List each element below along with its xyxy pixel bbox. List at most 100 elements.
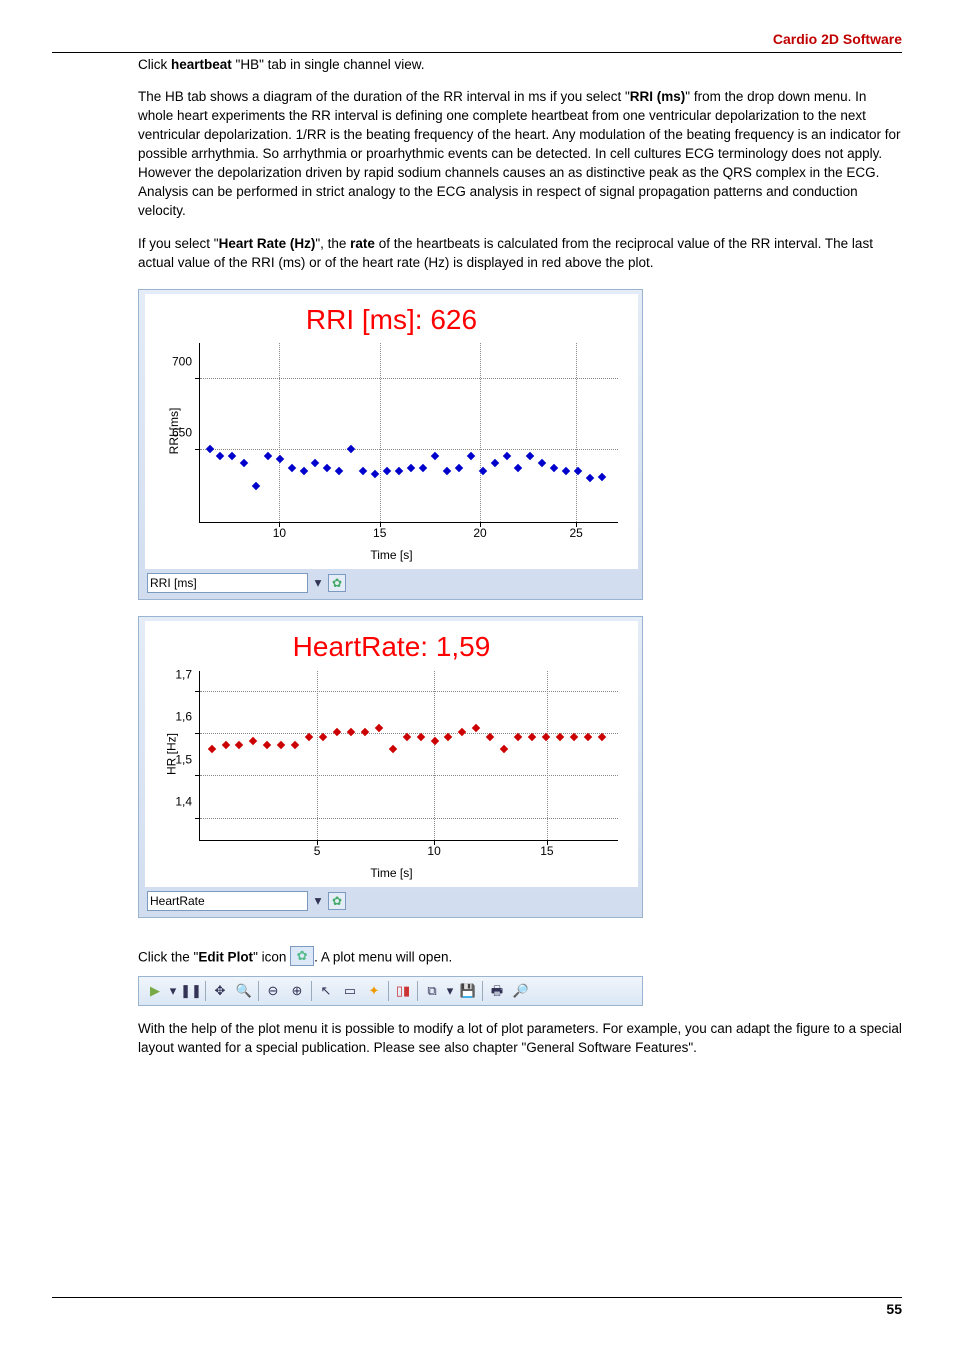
text: Click the " (138, 950, 198, 965)
save-icon[interactable]: 💾 (456, 980, 480, 1002)
data-point (443, 467, 451, 475)
data-point (291, 741, 299, 749)
data-point (466, 452, 474, 460)
data-point (249, 736, 257, 744)
data-point (347, 728, 355, 736)
text: " icon (253, 950, 290, 965)
paragraph: Click the "Edit Plot" icon . A plot menu… (138, 948, 902, 968)
data-point (347, 444, 355, 452)
term-heartbeat: heartbeat (171, 57, 232, 72)
x-tick: 5 (314, 843, 321, 860)
x-tick: 10 (427, 843, 440, 860)
edit-plot-inline-icon (290, 946, 314, 966)
x-tick: 10 (273, 525, 286, 542)
data-point (275, 455, 283, 463)
data-point (263, 741, 271, 749)
data-point (323, 464, 331, 472)
region-icon[interactable]: ▭ (338, 980, 362, 1002)
x-tick: 15 (373, 525, 386, 542)
term-rri-ms: RRI (ms) (630, 89, 686, 104)
chevron-down-icon[interactable]: ▾ (312, 574, 324, 593)
copy-icon[interactable]: ⧉ (420, 980, 444, 1002)
data-point (455, 464, 463, 472)
data-point (287, 464, 295, 472)
chevron-down-icon[interactable]: ▾ (444, 980, 456, 1002)
y-tick: 650 (156, 425, 192, 442)
chart-title: HeartRate: 1,59 (145, 621, 638, 666)
text: . A plot menu will open. (314, 950, 452, 965)
zoom-in-icon[interactable]: ⊕ (285, 980, 309, 1002)
data-point (333, 728, 341, 736)
y-tick: 1,4 (156, 793, 192, 810)
data-point (383, 467, 391, 475)
print-icon[interactable]: 🖶 (485, 980, 509, 1002)
edit-plot-icon[interactable]: ✿ (328, 574, 346, 592)
term-rate: rate (350, 236, 375, 251)
zoom-out-icon[interactable]: ⊖ (261, 980, 285, 1002)
plot-area: 700 650 10 15 20 25 (199, 343, 618, 523)
chart-metric-dropdown[interactable] (147, 891, 308, 911)
data-point (207, 745, 215, 753)
pointer-icon[interactable]: ↖ (314, 980, 338, 1002)
data-point (472, 724, 480, 732)
paragraph: The HB tab shows a diagram of the durati… (138, 88, 902, 220)
text: "HB" tab in single channel view. (232, 57, 425, 72)
data-point (431, 452, 439, 460)
x-axis-label: Time [s] (145, 845, 638, 888)
x-axis-label: Time [s] (145, 527, 638, 570)
text: The HB tab shows a diagram of the durati… (138, 89, 630, 104)
zoom-tool-icon[interactable]: 🔍 (232, 980, 256, 1002)
paragraph: With the help of the plot menu it is pos… (138, 1020, 902, 1058)
text: If you select " (138, 236, 219, 251)
data-point (490, 459, 498, 467)
x-tick: 20 (473, 525, 486, 542)
move-icon[interactable]: ✥ (208, 980, 232, 1002)
plot-menu-toolbar: ▶ ▾ ❚❚ ✥ 🔍 ⊖ ⊕ ↖ ▭ ✦ ▯▮ ⧉ ▾ 💾 🖶 🔎 (138, 976, 643, 1006)
y-tick: 1,6 (156, 709, 192, 726)
chart-metric-dropdown[interactable] (147, 573, 308, 593)
plot-area: 1,7 1,6 1,5 1,4 5 10 15 (199, 671, 618, 841)
text: Click (138, 57, 171, 72)
edit-plot-icon[interactable]: ✿ (328, 892, 346, 910)
y-tick: 1,7 (156, 667, 192, 684)
data-point (228, 452, 236, 460)
page-footer: 55 (52, 1297, 902, 1320)
data-point (206, 444, 214, 452)
chart-title: RRI [ms]: 626 (145, 294, 638, 339)
term-edit-plot: Edit Plot (198, 950, 253, 965)
data-point (586, 474, 594, 482)
data-point (359, 467, 367, 475)
text: ", the (315, 236, 350, 251)
data-point (502, 452, 510, 460)
rri-chart-panel: RRI [ms]: 626 RRI [ms] 700 650 10 15 20 … (138, 289, 643, 601)
term-heart-rate-hz: Heart Rate (Hz) (219, 236, 316, 251)
column-chart-icon[interactable]: ▯▮ (391, 980, 415, 1002)
data-point (550, 464, 558, 472)
data-point (500, 745, 508, 753)
data-point (419, 464, 427, 472)
data-point (562, 467, 570, 475)
y-tick: 1,5 (156, 751, 192, 768)
text: " from the drop down menu. In whole hear… (138, 89, 900, 217)
chevron-down-icon[interactable]: ▾ (312, 892, 324, 911)
data-point (335, 467, 343, 475)
data-point (263, 452, 271, 460)
data-point (311, 459, 319, 467)
data-point (388, 745, 396, 753)
data-point (598, 473, 606, 481)
sparkle-icon[interactable]: ✦ (362, 980, 386, 1002)
play-icon[interactable]: ▶ (143, 980, 167, 1002)
preview-icon[interactable]: 🔎 (509, 980, 533, 1002)
x-tick: 15 (540, 843, 553, 860)
chevron-down-icon[interactable]: ▾ (167, 980, 179, 1002)
y-tick: 700 (156, 353, 192, 370)
pause-icon[interactable]: ❚❚ (179, 980, 203, 1002)
paragraph: If you select "Heart Rate (Hz)", the rat… (138, 235, 902, 273)
data-point (526, 452, 534, 460)
data-point (361, 728, 369, 736)
data-point (407, 464, 415, 472)
data-point (240, 459, 248, 467)
data-point (514, 464, 522, 472)
data-point (251, 482, 259, 490)
data-point (458, 728, 466, 736)
